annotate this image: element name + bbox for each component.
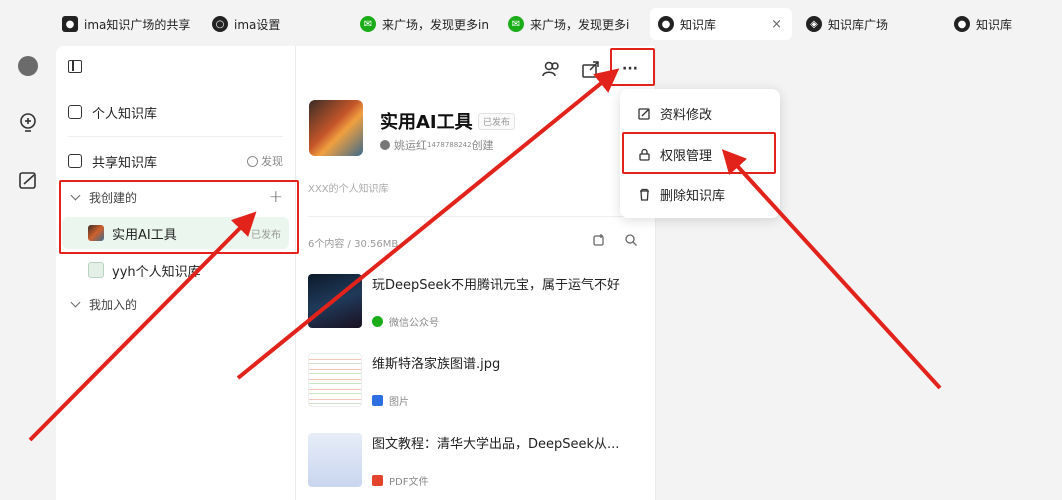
tab-wechat-1[interactable]: ✉ 来广场，发现更多in [360,8,488,40]
chevron-down-icon [70,190,81,201]
tab-knowledge-base-active[interactable]: ● 知识库 × [650,8,792,40]
kb-title: 实用AI工具 [380,112,473,133]
kb-sidebar: 个人知识库 共享知识库 发现 我创建的 + 实用AI工具 已发布 yyh个人知识… [56,46,296,500]
content-item[interactable]: 维斯特洛家族图谱.jpg 图片 [308,353,648,409]
tab-ima-settings[interactable]: ○ ima设置 [212,8,322,40]
avatar[interactable] [18,56,38,76]
tab-bar: ● ima知识广场的共享 ○ ima设置 ✉ 来广场，发现更多in ✉ 来广场，… [0,0,1062,46]
close-icon[interactable]: × [771,17,782,32]
menu-item-edit-info[interactable]: 资料修改 [620,97,780,129]
tab-wechat-2[interactable]: ✉ 来广场，发现更多i [508,8,632,40]
edit-note-icon[interactable] [17,170,39,192]
tab-kb-square[interactable]: ◈ 知识库广场 [806,8,926,40]
kb-cover-image [309,100,363,156]
creator-info: 姚运红 147878 8242 创建 [380,137,494,153]
sidebar-item-yyh[interactable]: yyh个人知识库 [62,254,289,286]
trash-icon [640,188,649,201]
status-badge: 已发布 [251,229,281,241]
gear-icon: ○ [212,16,228,32]
sidebar-toggle-icon[interactable] [68,60,82,73]
divider [308,216,639,217]
sidebar-item-ai-tools[interactable]: 实用AI工具 已发布 [62,217,289,249]
edit-icon [638,107,650,120]
bulb-icon: ● [658,16,674,32]
creator-avatar [380,140,390,150]
divider [68,136,283,137]
more-menu: 资料修改 权限管理 删除知识库 [620,89,780,218]
content-item[interactable]: 玩DeepSeek不用腾讯元宝，属于运气不好 微信公众号 [308,274,648,330]
content-item[interactable]: 图文教程：清华大学出品，DeepSeek从... PDF文件 [308,433,648,489]
kb-description: XXX的个人知识库 [308,184,389,195]
wechat-icon: ✉ [360,16,376,32]
compass-icon: ◈ [806,16,822,32]
add-content-icon[interactable] [592,233,606,247]
kb-thumbnail [88,225,104,241]
search-icon[interactable] [624,233,638,247]
menu-item-permissions[interactable]: 权限管理 [620,138,780,170]
content-thumbnail [308,274,362,328]
wechat-icon [372,316,383,327]
shared-book-icon [68,154,82,168]
kb-detail-panel: ··· 实用AI工具 已发布 姚运红 147878 8242 创建 XXX的个人… [296,46,656,500]
share-icon[interactable] [580,58,602,80]
discover-link[interactable]: 发现 [247,153,283,169]
pdf-icon [372,475,383,486]
chevron-down-icon [70,297,81,308]
compass-icon [247,155,258,167]
bulb-icon: ● [954,16,970,32]
more-button[interactable]: ··· [619,58,641,80]
book-icon [68,105,82,119]
kb-thumbnail [88,262,104,278]
tab-ima-square[interactable]: ● ima知识广场的共享 [62,8,194,40]
bulb-icon[interactable] [17,112,39,134]
group-joined[interactable]: 我加入的 [68,292,283,316]
members-icon[interactable] [540,58,562,80]
image-icon [372,395,383,406]
panda-icon: ● [62,16,78,32]
published-badge: 已发布 [478,113,516,130]
wechat-icon: ✉ [508,16,524,32]
tab-knowledge-base[interactable]: ● 知识库 [954,8,1054,40]
content-count: 6个内容 / 30.56MB [308,239,399,250]
sidebar-item-personal[interactable]: 个人知识库 [68,100,283,124]
menu-item-delete-kb[interactable]: 删除知识库 [620,178,780,210]
group-created[interactable]: 我创建的 + [68,185,283,209]
sidebar-item-shared[interactable]: 共享知识库 发现 [68,149,283,173]
add-kb-button[interactable]: + [269,187,283,207]
content-thumbnail [308,433,362,487]
left-rail [0,46,56,500]
lock-icon [639,148,650,161]
content-thumbnail [308,353,362,407]
